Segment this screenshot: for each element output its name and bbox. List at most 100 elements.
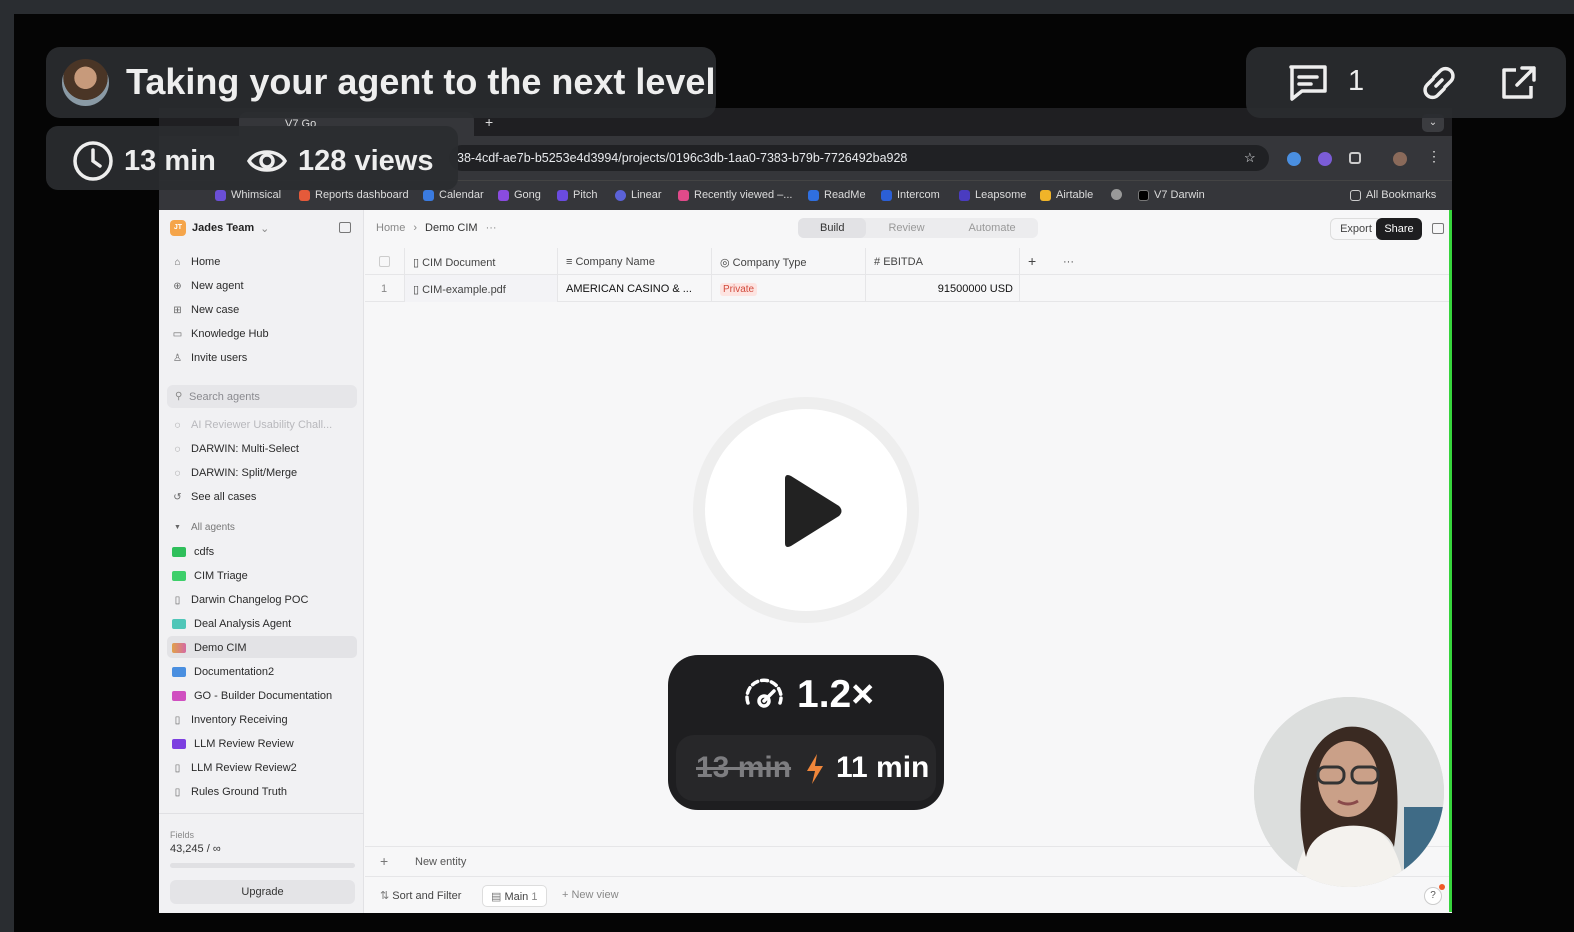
bookmark[interactable]: Calendar: [423, 189, 484, 201]
profile-icon[interactable]: [1393, 152, 1407, 166]
comment-count[interactable]: 1: [1348, 65, 1364, 98]
agent-item[interactable]: LLM Review Review: [172, 738, 294, 750]
search-agents-input[interactable]: ⚲ Search agents: [167, 385, 357, 408]
external-link-icon[interactable]: [1498, 62, 1540, 104]
agent-swatch: [172, 667, 186, 677]
extension-icon[interactable]: [1287, 152, 1301, 166]
table-row[interactable]: 1 ▯ CIM-example.pdf AMERICAN CASINO & ..…: [365, 275, 1452, 302]
team-switcher[interactable]: JT Jades Team ⌄: [170, 220, 269, 236]
upgrade-button[interactable]: Upgrade: [170, 880, 355, 904]
agent-swatch: [172, 691, 186, 701]
sidebar-toggle-icon[interactable]: [339, 222, 351, 233]
sort-filter-button[interactable]: ⇅ Sort and Filter: [380, 889, 461, 902]
cell-company-type[interactable]: Private: [712, 275, 866, 302]
all-bookmarks[interactable]: All Bookmarks: [1350, 189, 1436, 201]
tab-build[interactable]: Build: [798, 218, 867, 238]
agent-item[interactable]: ▯ Rules Ground Truth: [172, 786, 287, 798]
bookmark[interactable]: Linear: [615, 189, 662, 201]
sidebar-item-new-agent[interactable]: ⊕ New agent: [172, 280, 243, 292]
row-index: 1: [365, 275, 405, 302]
chat-icon: ◌: [174, 419, 181, 431]
cell-document[interactable]: ▯ CIM-example.pdf: [405, 275, 558, 302]
bookmark[interactable]: Intercom: [881, 189, 940, 201]
tab-review[interactable]: Review: [866, 218, 946, 238]
fields-value: 43,245 / ∞: [170, 843, 221, 855]
agent-item[interactable]: Demo CIM: [172, 642, 247, 654]
agent-item[interactable]: Documentation2: [172, 666, 274, 678]
add-column-icon[interactable]: +: [1020, 248, 1048, 275]
agent-item[interactable]: ▯ Darwin Changelog POC: [172, 594, 309, 606]
case-item[interactable]: ◌ DARWIN: Multi-Select: [172, 443, 299, 455]
select-all-checkbox[interactable]: [365, 248, 405, 275]
sidebar-item-knowledge-hub[interactable]: ▭ Knowledge Hub: [172, 328, 269, 340]
comment-icon[interactable]: [1286, 62, 1330, 104]
column-header[interactable]: ◎ Company Type: [712, 248, 866, 275]
playback-speed-popup[interactable]: 1.2× 13 min 11 min: [668, 655, 944, 810]
help-icon[interactable]: ?: [1424, 887, 1442, 905]
globe-icon[interactable]: [1111, 189, 1122, 200]
bookmark[interactable]: Pitch: [557, 189, 597, 201]
duration: 13 min: [72, 140, 216, 182]
bookmark[interactable]: V7 Darwin: [1138, 189, 1205, 201]
bookmark-star-icon[interactable]: ☆: [1244, 150, 1256, 166]
agent-item[interactable]: ▯ Inventory Receiving: [172, 714, 288, 726]
sidebar-item-home[interactable]: ⌂ Home: [172, 256, 220, 268]
table-icon: ▤: [491, 891, 505, 903]
bookmark[interactable]: Recently viewed –...: [678, 189, 792, 201]
more-icon[interactable]: ···: [1055, 248, 1083, 275]
url-field[interactable]: 38-4cdf-ae7b-b5253e4d3994/projects/0196c…: [449, 145, 1269, 171]
sidebar-item-invite-users[interactable]: ♙ Invite users: [172, 352, 247, 364]
fields-usage-bar: [170, 863, 355, 868]
agent-item[interactable]: cdfs: [172, 546, 214, 558]
presenter-camera-bubble[interactable]: [1254, 697, 1444, 887]
bookmark[interactable]: Reports dashboard: [299, 189, 409, 201]
agent-item[interactable]: ▯ LLM Review Review2: [172, 762, 297, 774]
chevron-right-icon: ›: [413, 222, 418, 234]
menu-icon[interactable]: ⋮: [1427, 148, 1441, 165]
cell-company-name[interactable]: AMERICAN CASINO & ...: [558, 275, 712, 302]
table-header: ▯ CIM Document ≡ Company Name ◎ Company …: [365, 248, 1452, 275]
share-button[interactable]: Share: [1376, 218, 1422, 240]
status-badge: Private: [720, 283, 758, 296]
bookmark[interactable]: Airtable: [1040, 189, 1093, 201]
panel-toggle-icon[interactable]: [1432, 223, 1444, 234]
breadcrumb-home[interactable]: Home: [376, 222, 405, 234]
column-header[interactable]: ≡ Company Name: [558, 248, 712, 275]
bookmark[interactable]: Whimsical: [215, 189, 281, 201]
link-icon[interactable]: [1418, 62, 1460, 104]
sidebar-item-new-case[interactable]: ⊞ New case: [172, 304, 239, 316]
puzzle-icon[interactable]: [1349, 152, 1361, 164]
file-icon: ▯: [174, 594, 181, 606]
speed-rate: 1.2×: [797, 673, 874, 716]
file-icon: ▯: [174, 786, 181, 798]
see-all-cases[interactable]: ↺ See all cases: [172, 491, 256, 503]
agents-section-header[interactable]: ▼ All agents: [172, 522, 235, 533]
agent-swatch: [172, 619, 186, 629]
play-button[interactable]: [693, 397, 919, 623]
case-item[interactable]: ◌ DARWIN: Split/Merge: [172, 467, 298, 479]
column-header[interactable]: # EBITDA: [866, 248, 1020, 275]
bookmark[interactable]: ReadMe: [808, 189, 866, 201]
column-header[interactable]: ▯ CIM Document: [405, 248, 558, 275]
bookmark[interactable]: Leapsome: [959, 189, 1026, 201]
sort-icon: ⇅: [380, 890, 393, 902]
cell-ebitda[interactable]: 91500000 USD: [866, 275, 1020, 302]
tab-automate[interactable]: Automate: [947, 218, 1038, 238]
view-tab-main[interactable]: ▤ Main 1: [482, 885, 547, 907]
agent-swatch: [172, 547, 186, 557]
bookmark[interactable]: Gong: [498, 189, 541, 201]
new-view-button[interactable]: + New view: [562, 889, 619, 901]
breadcrumb-current[interactable]: Demo CIM: [425, 222, 478, 234]
export-button[interactable]: Export: [1330, 218, 1382, 240]
more-icon[interactable]: ···: [486, 222, 497, 234]
team-name: Jades Team: [192, 222, 255, 234]
case-item[interactable]: ◌ AI Reviewer Usability Chall...: [172, 419, 333, 431]
extension-icon[interactable]: [1318, 152, 1332, 166]
agent-item[interactable]: CIM Triage: [172, 570, 248, 582]
plus-square-icon: ⊞: [173, 304, 182, 316]
url-text: 38-4cdf-ae7b-b5253e4d3994/projects/0196c…: [457, 151, 908, 165]
number-icon: #: [874, 256, 884, 268]
sidebar: JT Jades Team ⌄ ⌂ Home ⊕ New agent ⊞ New ca…: [159, 210, 364, 913]
agent-item[interactable]: Deal Analysis Agent: [172, 618, 291, 630]
agent-item[interactable]: GO - Builder Documentation: [172, 690, 332, 702]
